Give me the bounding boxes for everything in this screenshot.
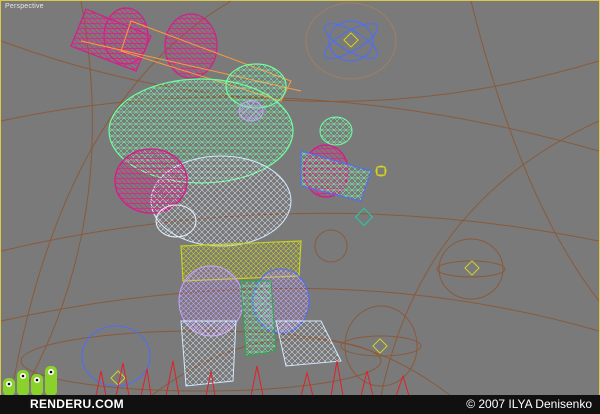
footer-bar: RENDERU.COM © 2007 ILYA Denisenko <box>0 395 600 414</box>
wireframe-scene <box>1 1 599 396</box>
grass-spikes <box>95 360 410 396</box>
brand-link[interactable]: RENDERU.COM <box>30 397 124 411</box>
perspective-viewport[interactable]: Perspective <box>0 0 600 397</box>
copyright-text: © 2007 ILYA Denisenko <box>466 397 592 411</box>
character-legs <box>178 240 342 387</box>
character-body <box>108 63 372 247</box>
helper-object <box>354 207 374 227</box>
renderu-logo-icon <box>3 366 57 396</box>
